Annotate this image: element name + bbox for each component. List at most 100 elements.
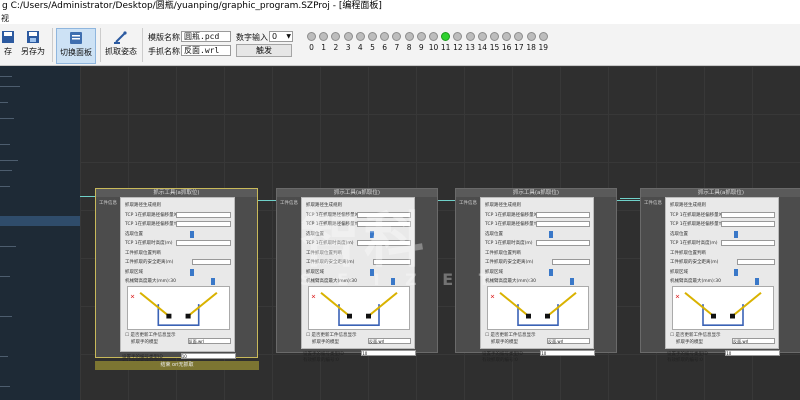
hand-name-field[interactable]: 反面.wrl bbox=[181, 45, 231, 56]
param-slider[interactable] bbox=[569, 278, 574, 285]
io-indicator-number: 6 bbox=[382, 43, 388, 52]
connection-wire bbox=[80, 196, 95, 197]
param-toggle[interactable] bbox=[734, 230, 739, 238]
update-display-checkbox[interactable]: ☐ 是否更新工件信息显示 bbox=[485, 332, 535, 338]
io-indicator-3 bbox=[343, 32, 353, 41]
model-name-field[interactable]: 圆瓶.pcd bbox=[181, 31, 231, 42]
trigger-button[interactable]: 触发 bbox=[236, 44, 292, 57]
sidebar-item[interactable] bbox=[0, 118, 14, 119]
io-indicator-number: 14 bbox=[477, 43, 488, 52]
grasp-diagram: ✕ bbox=[127, 286, 230, 330]
param-label: 选取位置 bbox=[125, 231, 143, 237]
switch-panel-label: 切换面板 bbox=[60, 48, 92, 57]
param-slider[interactable] bbox=[754, 278, 759, 285]
param-label: 选取位置 bbox=[670, 231, 688, 237]
update-display-checkbox[interactable]: ☐ 是否更新工件信息显示 bbox=[125, 332, 175, 338]
digital-input-select[interactable]: 0 ▼ bbox=[269, 31, 293, 42]
toolbar-divider bbox=[100, 28, 101, 62]
param-input[interactable] bbox=[720, 240, 776, 246]
io-indicator-8 bbox=[404, 32, 414, 41]
grasp-diagram-svg: ✕ bbox=[675, 292, 762, 326]
teach-pose-button[interactable]: 抓取姿态 bbox=[104, 28, 138, 64]
digital-input-value: 0 bbox=[272, 32, 278, 41]
io-indicator-number: 10 bbox=[428, 43, 439, 52]
hand-model-label: 抓取手的模型 bbox=[131, 340, 158, 345]
svg-text:✕: ✕ bbox=[675, 295, 680, 301]
node-panel: 抓取路径生成规则 TCP 1在抓取路径偏移量X(m) TCP 1在抓取路径偏移量Y(… bbox=[665, 197, 779, 349]
hand-id-select[interactable]: 10 bbox=[540, 350, 596, 356]
toolbar-divider bbox=[142, 28, 143, 62]
io-indicator-13 bbox=[465, 32, 475, 41]
menu-bar[interactable]: 视 bbox=[0, 13, 800, 24]
sidebar-item[interactable] bbox=[0, 276, 10, 277]
watermark-brand: 智科 bbox=[300, 206, 428, 276]
hand-id-select[interactable]: 10 bbox=[725, 350, 781, 356]
valid-grasp-status: 有效抓取的编号:0 bbox=[667, 358, 703, 363]
param-label: 抓取路径生成规则 bbox=[125, 203, 161, 208]
grasp-node[interactable]: 抓示工具(a抓取位) 工件信息 抓取路径生成规则 TCP 1在抓取路径偏移量X(m) T… bbox=[95, 188, 258, 366]
grasp-diagram-svg: ✕ bbox=[311, 292, 398, 326]
sidebar-item[interactable] bbox=[0, 102, 8, 103]
param-input[interactable] bbox=[176, 211, 232, 218]
sidebar-item[interactable] bbox=[0, 144, 10, 145]
io-indicator-number: 12 bbox=[453, 43, 463, 52]
node-footer[interactable]: 结束 ori无抓取 bbox=[95, 361, 259, 370]
param-input[interactable] bbox=[736, 259, 776, 265]
param-toggle[interactable] bbox=[190, 230, 194, 238]
io-indicator-number: 2 bbox=[333, 43, 339, 52]
param-input[interactable] bbox=[720, 221, 776, 227]
node-input-label: 工件信息 bbox=[459, 201, 477, 206]
hand-model-label: 抓取手的模型 bbox=[491, 340, 518, 345]
sidebar-item[interactable] bbox=[0, 316, 12, 317]
grasp-diagram: ✕ bbox=[487, 286, 589, 330]
hand-id-select[interactable]: 10 bbox=[361, 350, 417, 356]
save-button[interactable]: 存 bbox=[0, 28, 16, 64]
hand-model-field[interactable]: 反面.wrl bbox=[732, 338, 776, 344]
param-input[interactable] bbox=[535, 211, 591, 218]
grasp-diagram: ✕ bbox=[308, 286, 410, 330]
io-indicator-9 bbox=[416, 32, 426, 41]
param-input[interactable] bbox=[535, 240, 591, 246]
sidebar-item[interactable] bbox=[0, 86, 20, 87]
valid-grasp-status: 有效抓取的编号:0 bbox=[482, 358, 518, 363]
hand-model-field[interactable]: 反面.wrl bbox=[187, 338, 232, 344]
sidebar-item[interactable] bbox=[0, 76, 12, 77]
param-input[interactable] bbox=[720, 211, 776, 218]
param-slider[interactable] bbox=[210, 278, 215, 285]
param-input[interactable] bbox=[535, 221, 591, 227]
sidebar-item[interactable] bbox=[0, 246, 16, 247]
sidebar-item[interactable] bbox=[0, 160, 18, 161]
connection-wire bbox=[620, 198, 640, 199]
io-indicator-number: 9 bbox=[418, 43, 424, 52]
save-as-button[interactable]: 另存为 bbox=[18, 28, 48, 64]
update-display-checkbox[interactable]: ☐ 是否更新工件信息显示 bbox=[670, 332, 720, 338]
io-indicator-number: 19 bbox=[538, 43, 549, 52]
param-input[interactable] bbox=[176, 221, 232, 227]
hand-model-field[interactable]: 反面.wrl bbox=[368, 338, 412, 344]
param-label: 机械臂高度最大(mm):30 bbox=[670, 279, 722, 284]
param-toggle[interactable] bbox=[190, 268, 194, 276]
hand-name-label: 手抓名称 bbox=[148, 47, 180, 56]
param-input[interactable] bbox=[192, 259, 232, 265]
hand-id-select[interactable]: 10 bbox=[180, 353, 237, 359]
hand-model-field[interactable]: 反面.wrl bbox=[547, 338, 591, 344]
sidebar-item[interactable] bbox=[0, 386, 10, 387]
param-input[interactable] bbox=[551, 259, 591, 265]
param-label: TCP 1在抓取时高度(m) bbox=[125, 241, 173, 246]
update-display-checkbox[interactable]: ☐ 是否更新工件信息显示 bbox=[306, 332, 356, 338]
sidebar-item[interactable] bbox=[0, 170, 12, 171]
param-input[interactable] bbox=[176, 240, 232, 246]
param-label: 工件抓取的安全距离(m) bbox=[125, 260, 174, 265]
connection-wire bbox=[617, 200, 640, 201]
switch-panel-button[interactable]: 切换面板 bbox=[56, 28, 96, 64]
param-toggle[interactable] bbox=[549, 268, 554, 276]
watermark-letters: S E I Z E T bbox=[300, 270, 500, 289]
sidebar-item-selected[interactable] bbox=[0, 216, 80, 226]
sidebar-item[interactable] bbox=[0, 186, 10, 187]
param-toggle[interactable] bbox=[549, 230, 554, 238]
sidebar-item[interactable] bbox=[0, 356, 8, 357]
panel-icon bbox=[70, 32, 82, 44]
param-toggle[interactable] bbox=[734, 268, 739, 276]
grasp-node[interactable]: 抓示工具(a抓取位) 工件信息 抓取路径生成规则 TCP 1在抓取路径偏移量X(m) T… bbox=[640, 188, 800, 363]
io-indicator-15 bbox=[490, 32, 499, 41]
